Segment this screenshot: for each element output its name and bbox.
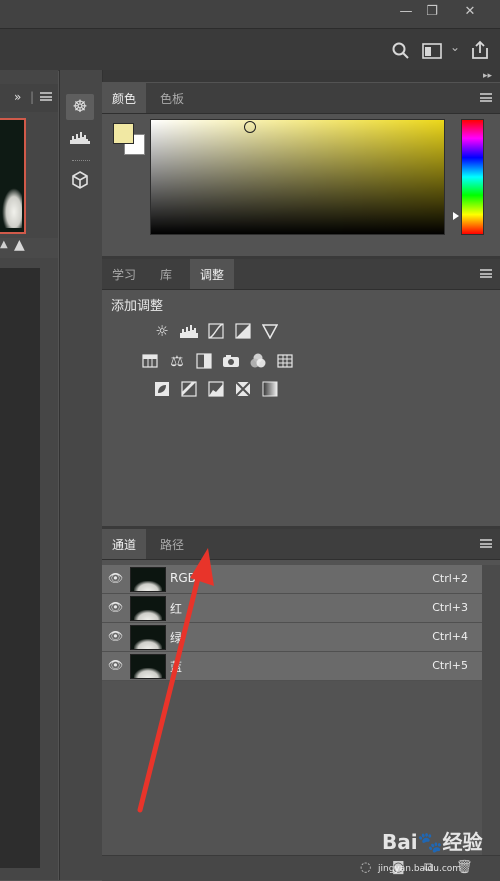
- menu-icon: [40, 92, 52, 101]
- 3d-icon[interactable]: [66, 168, 94, 194]
- adjustment-row-2: ⚖: [140, 351, 295, 371]
- visibility-eye-icon[interactable]: 👁: [108, 658, 123, 672]
- baidu-jingyan-watermark: Bai🐾经验: [382, 830, 483, 854]
- selective-color-glyph: [235, 381, 251, 397]
- workspace-icon[interactable]: [422, 43, 442, 59]
- tab-libraries[interactable]: 库: [150, 259, 182, 289]
- foreground-color-swatch[interactable]: [113, 123, 134, 144]
- vibrance-icon[interactable]: [260, 321, 280, 341]
- load-selection-icon[interactable]: ◌: [360, 860, 371, 875]
- small-mountain-icon[interactable]: ▲: [0, 239, 8, 250]
- channels-scrollbar[interactable]: [482, 565, 500, 855]
- adjustment-row-1: ☼: [152, 321, 280, 341]
- add-adjustment-heading: 添加调整: [111, 299, 164, 314]
- black-white-icon[interactable]: [194, 351, 214, 371]
- tab-learn[interactable]: 学习: [102, 259, 146, 289]
- color-lookup-glyph: [277, 354, 293, 368]
- navigator-zoom-strip: ▲ ▲: [0, 237, 58, 258]
- adjustments-panel-header: 学习 库 调整: [102, 259, 500, 290]
- photo-filter-glyph: [223, 355, 239, 367]
- navigator-icon[interactable]: ☸: [66, 94, 94, 120]
- hue-slider-marker[interactable]: [453, 212, 459, 220]
- workspace-chevron-icon[interactable]: ⌄: [450, 40, 460, 54]
- large-mountain-icon[interactable]: ▲: [14, 237, 25, 253]
- gradient-map-icon[interactable]: [260, 379, 280, 399]
- left-panel-header: » |: [0, 84, 58, 112]
- posterize-glyph: [181, 381, 197, 397]
- share-icon[interactable]: [470, 40, 490, 60]
- black-white-glyph: [196, 353, 212, 369]
- watermark-url: jingyan.baidu.com: [378, 864, 462, 874]
- posterize-icon[interactable]: [179, 379, 199, 399]
- adjustment-row-3: [152, 379, 280, 399]
- levels-glyph: [180, 325, 198, 338]
- color-lookup-icon[interactable]: [275, 351, 295, 371]
- tab-swatches[interactable]: 色板: [150, 83, 194, 113]
- selective-color-icon[interactable]: [233, 379, 253, 399]
- collapse-panels-bar[interactable]: ▸▸: [102, 70, 500, 82]
- vibrance-glyph: [262, 324, 278, 339]
- channel-shortcut: Ctrl+4: [432, 630, 468, 643]
- photo-filter-icon[interactable]: [221, 351, 241, 371]
- color-panel-header: 颜色 色板: [102, 83, 500, 114]
- tab-adjustments[interactable]: 调整: [190, 259, 235, 289]
- channels-panel-menu-button[interactable]: [480, 539, 492, 548]
- invert-icon[interactable]: [152, 379, 172, 399]
- tool-divider: [72, 160, 90, 162]
- close-button[interactable]: ✕: [452, 0, 488, 22]
- visibility-eye-icon[interactable]: 👁: [108, 571, 123, 585]
- visibility-eye-icon[interactable]: 👁: [108, 600, 123, 614]
- menu-icon: [480, 269, 492, 278]
- tab-color[interactable]: 颜色: [102, 83, 147, 113]
- levels-icon[interactable]: [179, 321, 199, 341]
- curves-glyph: [208, 323, 224, 339]
- menu-icon: [480, 539, 492, 548]
- color-panel-menu-button[interactable]: [480, 93, 492, 102]
- panel-menu-button[interactable]: [40, 92, 52, 101]
- channel-mixer-glyph: [250, 353, 266, 368]
- threshold-icon[interactable]: [206, 379, 226, 399]
- invert-glyph: [155, 382, 169, 396]
- gradient-map-glyph: [262, 381, 278, 397]
- histogram-bars: [70, 132, 90, 144]
- hue-saturation-glyph: [142, 354, 158, 368]
- restore-button[interactable]: ❐: [414, 0, 450, 22]
- brightness-contrast-icon[interactable]: ☼: [152, 321, 172, 341]
- curves-icon[interactable]: [206, 321, 226, 341]
- search-icon[interactable]: [392, 42, 410, 60]
- histogram-icon[interactable]: [66, 124, 94, 150]
- channel-mixer-icon[interactable]: [248, 351, 268, 371]
- 3d-glyph: [72, 171, 88, 189]
- thumbnail-flower: [2, 188, 22, 228]
- annotation-arrow: [137, 548, 214, 813]
- threshold-glyph: [208, 381, 224, 397]
- channel-shortcut: Ctrl+3: [432, 601, 468, 614]
- canvas-area: [0, 268, 40, 868]
- adjustments-panel-menu-button[interactable]: [480, 269, 492, 278]
- visibility-eye-icon[interactable]: 👁: [108, 629, 123, 643]
- color-picker-cursor[interactable]: [244, 121, 256, 133]
- exposure-glyph: [235, 323, 251, 339]
- menu-icon: [480, 93, 492, 102]
- hue-slider[interactable]: [461, 119, 484, 235]
- color-picker-field[interactable]: [150, 119, 445, 235]
- expand-panel-button[interactable]: »: [14, 90, 21, 104]
- exposure-icon[interactable]: [233, 321, 253, 341]
- hue-saturation-icon[interactable]: [140, 351, 160, 371]
- divider: |: [30, 90, 35, 104]
- channel-shortcut: Ctrl+2: [432, 572, 468, 585]
- color-balance-icon[interactable]: ⚖: [167, 351, 187, 371]
- channel-shortcut: Ctrl+5: [432, 659, 468, 672]
